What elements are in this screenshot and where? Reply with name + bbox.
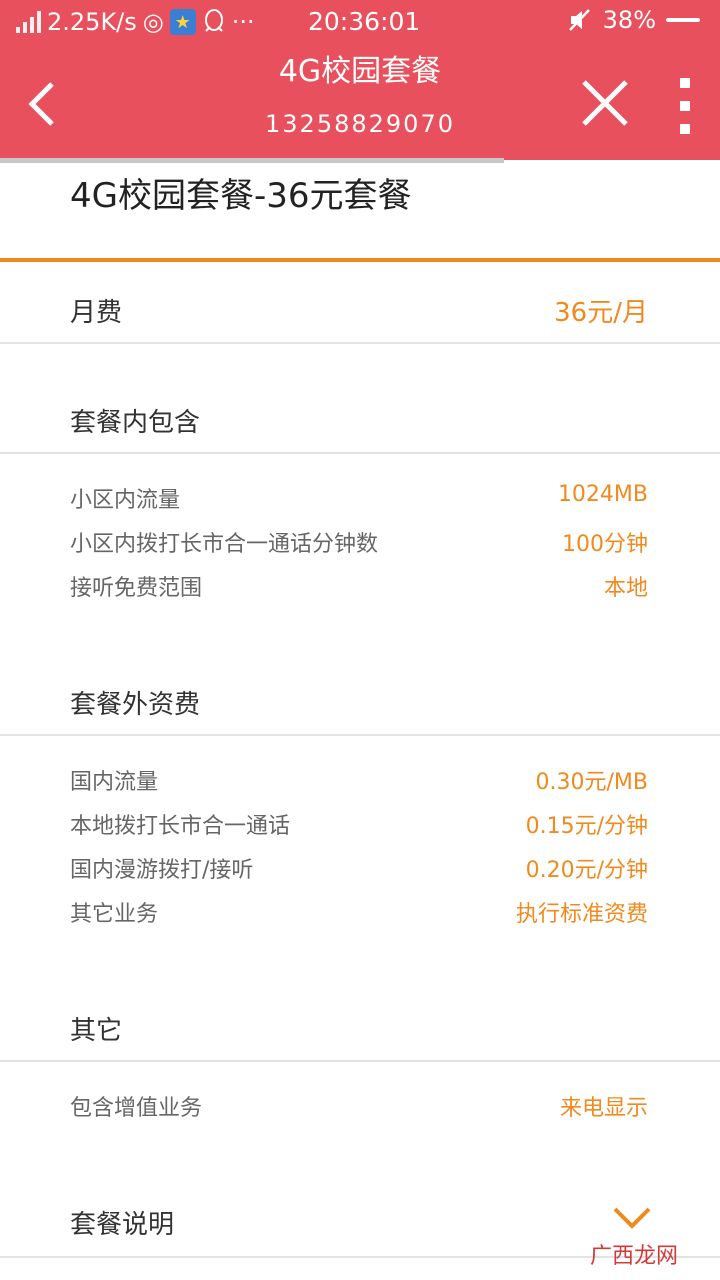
more-dots-icon: ···: [231, 8, 255, 36]
item-value: 1024MB: [557, 482, 648, 507]
close-button[interactable]: [578, 76, 632, 130]
item-label: 接听免费范围: [70, 576, 203, 601]
chevron-left-icon: [28, 82, 54, 126]
item-value: 执行标准资费: [515, 902, 648, 927]
divider: [0, 734, 720, 736]
divider: [0, 342, 720, 344]
item-label: 国内漫游拨打/接听: [70, 858, 254, 883]
section-title: 其它: [70, 1016, 123, 1046]
item-value: 100分钟: [562, 532, 648, 557]
accent-divider: [0, 258, 720, 262]
section-title: 套餐内包含: [70, 408, 201, 438]
page-load-progress: [0, 158, 504, 163]
battery-level: 38%: [602, 6, 656, 34]
item-value: 0.30元/MB: [535, 770, 648, 795]
chevron-down-icon[interactable]: [612, 1206, 652, 1230]
signal-icon: [16, 11, 41, 33]
more-vertical-icon[interactable]: [674, 78, 696, 134]
item-label: 国内流量: [70, 770, 159, 795]
item-label: 小区内流量: [70, 488, 181, 513]
divider: [0, 452, 720, 454]
phone-number: 13258829070: [265, 110, 455, 138]
battery-icon: [666, 18, 700, 22]
back-button[interactable]: [22, 78, 74, 130]
mute-icon: [568, 9, 590, 31]
star-app-icon: ★: [169, 9, 196, 35]
monthly-fee-label: 月费: [70, 298, 123, 328]
item-value: 本地: [603, 576, 648, 601]
section-title: 套餐外资费: [70, 690, 201, 720]
clock: 20:36:01: [308, 7, 421, 36]
item-label: 其它业务: [70, 902, 159, 927]
item-value: 来电显示: [559, 1096, 648, 1121]
item-value: 0.15元/分钟: [525, 814, 648, 839]
network-speed: 2.25K/s: [47, 8, 137, 36]
qq-icon: [204, 9, 223, 32]
monthly-fee-row: 月费 36元/月: [0, 292, 720, 328]
target-icon: ◎: [142, 8, 164, 36]
section-title-other: 其它: [0, 1010, 720, 1046]
section-title: 套餐说明: [70, 1210, 175, 1240]
section-title-extra-fees: 套餐外资费: [0, 684, 720, 720]
watermark: 广西龙网: [590, 1244, 679, 1269]
app-header: 2.25K/s ◎ ★ ··· 20:36:01 38% 4G校园套餐 1325…: [0, 0, 720, 160]
monthly-fee-value: 36元/月: [554, 298, 648, 328]
item-label: 包含增值业务: [70, 1096, 203, 1121]
divider: [0, 1060, 720, 1062]
section-title-included: 套餐内包含: [0, 402, 720, 438]
item-label: 本地拨打长市合一通话: [70, 814, 291, 839]
plan-name: 4G校园套餐-36元套餐: [70, 176, 412, 216]
item-value: 0.20元/分钟: [525, 858, 648, 883]
status-bar: 2.25K/s ◎ ★ ··· 20:36:01 38%: [0, 0, 720, 46]
page-title: 4G校园套餐: [278, 54, 442, 89]
header-title-block: 4G校园套餐 13258829070: [200, 52, 520, 142]
close-icon: [582, 80, 628, 126]
item-label: 小区内拨打长市合一通话分钟数: [70, 532, 379, 557]
